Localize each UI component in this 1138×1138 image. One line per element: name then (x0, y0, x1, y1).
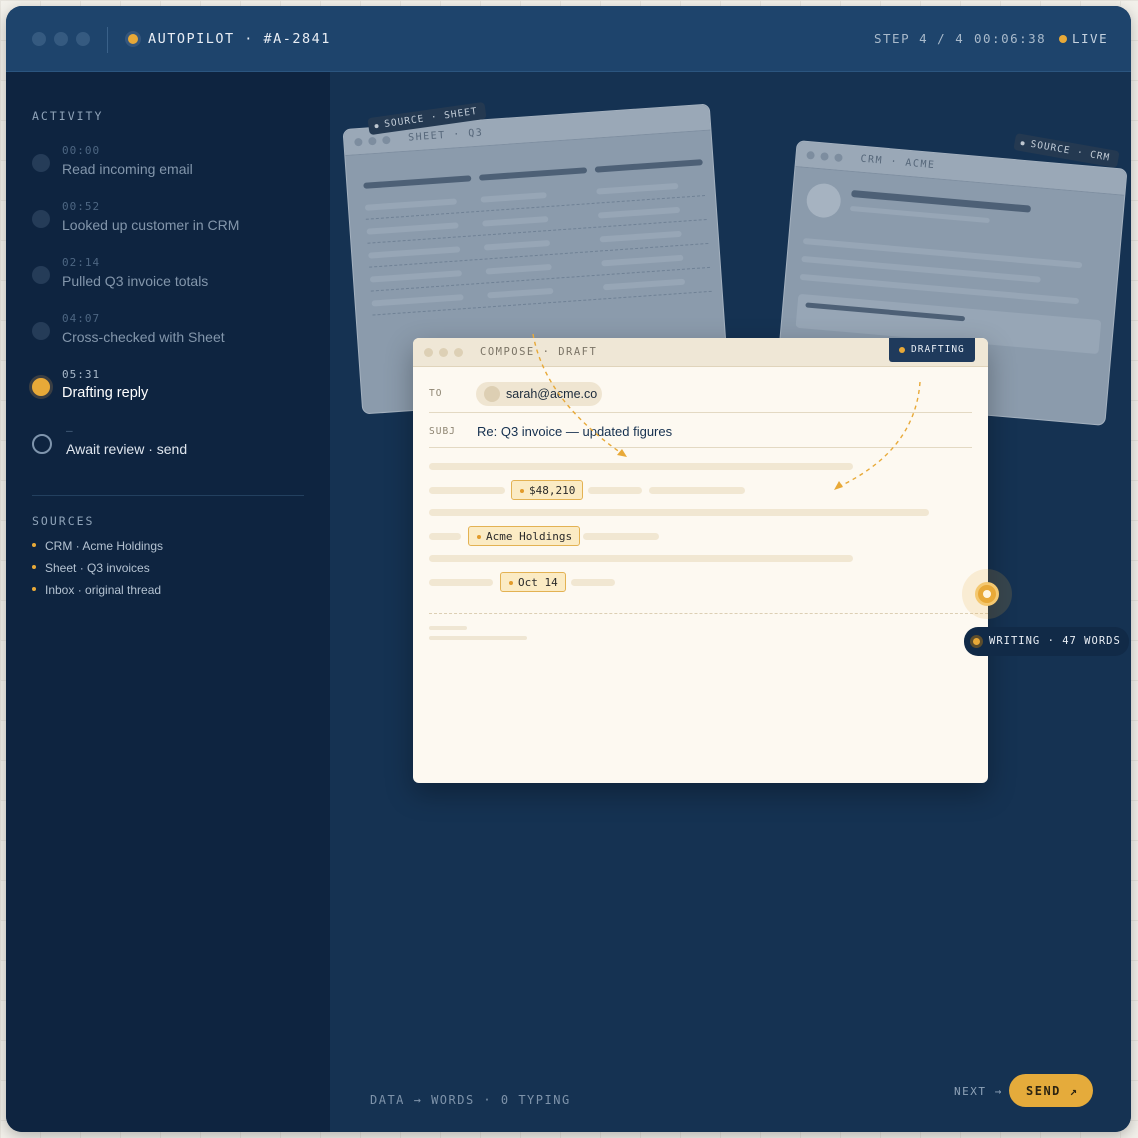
activity-time: 00:52 (62, 200, 101, 213)
app-window: AUTOPILOT · #A-2841 STEP 4 / 4 00:06:38 … (6, 6, 1131, 1132)
live-dot-icon (1059, 35, 1067, 43)
activity-label: Read incoming email (62, 161, 193, 177)
bullet-icon (32, 542, 36, 547)
arrowhead-icon (834, 481, 843, 490)
agent-cursor-core (983, 590, 991, 598)
activity-label: Cross-checked with Sheet (62, 329, 225, 345)
flow-arrow-crm (835, 381, 921, 489)
sources-heading: SOURCES (32, 514, 95, 528)
source-item[interactable]: Inbox · original thread (32, 583, 161, 597)
step-indicator: STEP 4 / 4 (874, 31, 965, 46)
sidebar: ACTIVITY 00:00 Read incoming email 00:52… (6, 72, 330, 1132)
activity-time: 04:07 (62, 312, 101, 325)
bullet-icon (32, 586, 36, 591)
title-bar: AUTOPILOT · #A-2841 STEP 4 / 4 00:06:38 … (6, 6, 1131, 72)
step-active-icon (29, 375, 53, 399)
sidebar-divider (32, 495, 304, 496)
live-badge: LIVE (1072, 31, 1109, 46)
window-close-dot[interactable] (32, 32, 46, 46)
writing-status-badge: WRITING · 47 WORDS (964, 627, 1129, 656)
app-title: AUTOPILOT · #A-2841 (148, 31, 331, 47)
source-item[interactable]: Sheet · Q3 invoices (32, 561, 150, 575)
window-minimize-dot[interactable] (54, 32, 68, 46)
next-label: NEXT → (954, 1085, 1003, 1098)
activity-label: Await review · send (66, 441, 188, 457)
canvas: SHEET · Q3 SOURCE · SHEET CRM · ACME SOU… (330, 72, 1131, 1132)
writing-status-label: WRITING · 47 WORDS (989, 635, 1121, 647)
arrowhead-icon (617, 449, 627, 457)
data-flow-arrows (532, 333, 921, 490)
send-button[interactable]: SEND ↗ (1009, 1074, 1093, 1107)
step-done-icon (32, 322, 50, 340)
source-label: Inbox · original thread (45, 583, 162, 597)
step-done-icon (32, 266, 50, 284)
activity-heading: ACTIVITY (32, 109, 104, 123)
activity-time: 02:14 (62, 256, 101, 269)
elapsed-timer: 00:06:38 (974, 31, 1047, 46)
activity-time: 00:00 (62, 144, 101, 157)
activity-label: Looked up customer in CRM (62, 217, 240, 233)
source-label: Sheet · Q3 invoices (45, 561, 150, 575)
title-divider (107, 27, 108, 53)
step-pending-icon (32, 434, 52, 454)
source-item[interactable]: CRM · Acme Holdings (32, 539, 163, 553)
source-label: CRM · Acme Holdings (45, 539, 164, 553)
step-done-icon (32, 154, 50, 172)
writing-dot-icon (970, 635, 983, 648)
bullet-icon (32, 564, 36, 569)
activity-time: 05:31 (62, 368, 101, 381)
flow-caption: DATA → WORDS · 0 TYPING (370, 1093, 571, 1107)
activity-time: – (66, 424, 74, 437)
activity-label: Pulled Q3 invoice totals (62, 273, 209, 289)
activity-label: Drafting reply (62, 385, 149, 401)
flow-arrow-sheet (532, 333, 628, 458)
step-done-icon (32, 210, 50, 228)
window-zoom-dot[interactable] (76, 32, 90, 46)
autopilot-status-icon (125, 31, 141, 47)
